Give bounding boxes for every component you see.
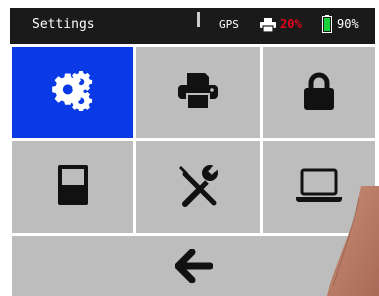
printer-level: 20% xyxy=(280,17,302,31)
gps-indicator: GPS xyxy=(219,18,239,31)
tools-tile[interactable] xyxy=(136,141,260,233)
status-divider xyxy=(197,12,200,27)
device-screen: Settings GPS 20% 90% xyxy=(10,8,375,296)
settings-menu-grid xyxy=(10,44,375,296)
device-icon xyxy=(57,165,88,209)
device-tile[interactable] xyxy=(12,141,133,233)
settings-tile[interactable] xyxy=(12,47,133,138)
screen-title: Settings xyxy=(32,17,95,32)
printer-icon xyxy=(178,72,218,113)
arrow-left-icon xyxy=(174,248,213,287)
lock-tile[interactable] xyxy=(263,47,375,138)
gears-icon xyxy=(50,70,96,115)
battery-icon xyxy=(322,15,332,37)
battery-level: 90% xyxy=(337,17,359,31)
printer-tile[interactable] xyxy=(136,47,260,138)
lock-icon xyxy=(303,72,335,114)
back-tile[interactable] xyxy=(12,236,375,296)
tools-icon xyxy=(176,163,220,211)
status-bar: Settings GPS 20% 90% xyxy=(10,8,375,44)
printer-status-icon xyxy=(260,17,276,36)
laptop-tile[interactable] xyxy=(263,141,375,233)
laptop-icon xyxy=(296,168,342,206)
